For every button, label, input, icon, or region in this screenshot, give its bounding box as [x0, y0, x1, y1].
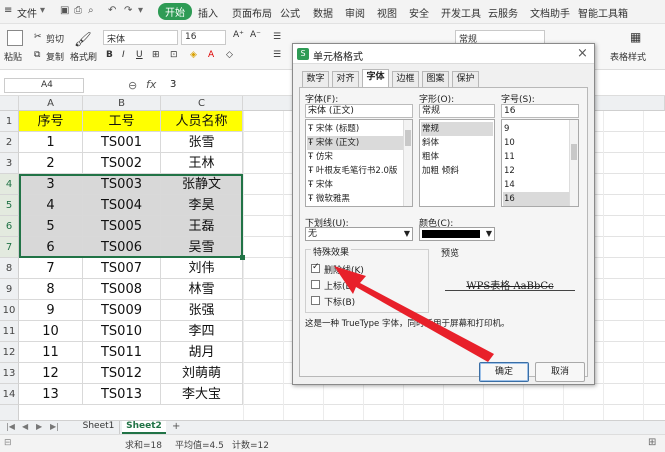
annotation-arrow-icon: [334, 266, 494, 362]
